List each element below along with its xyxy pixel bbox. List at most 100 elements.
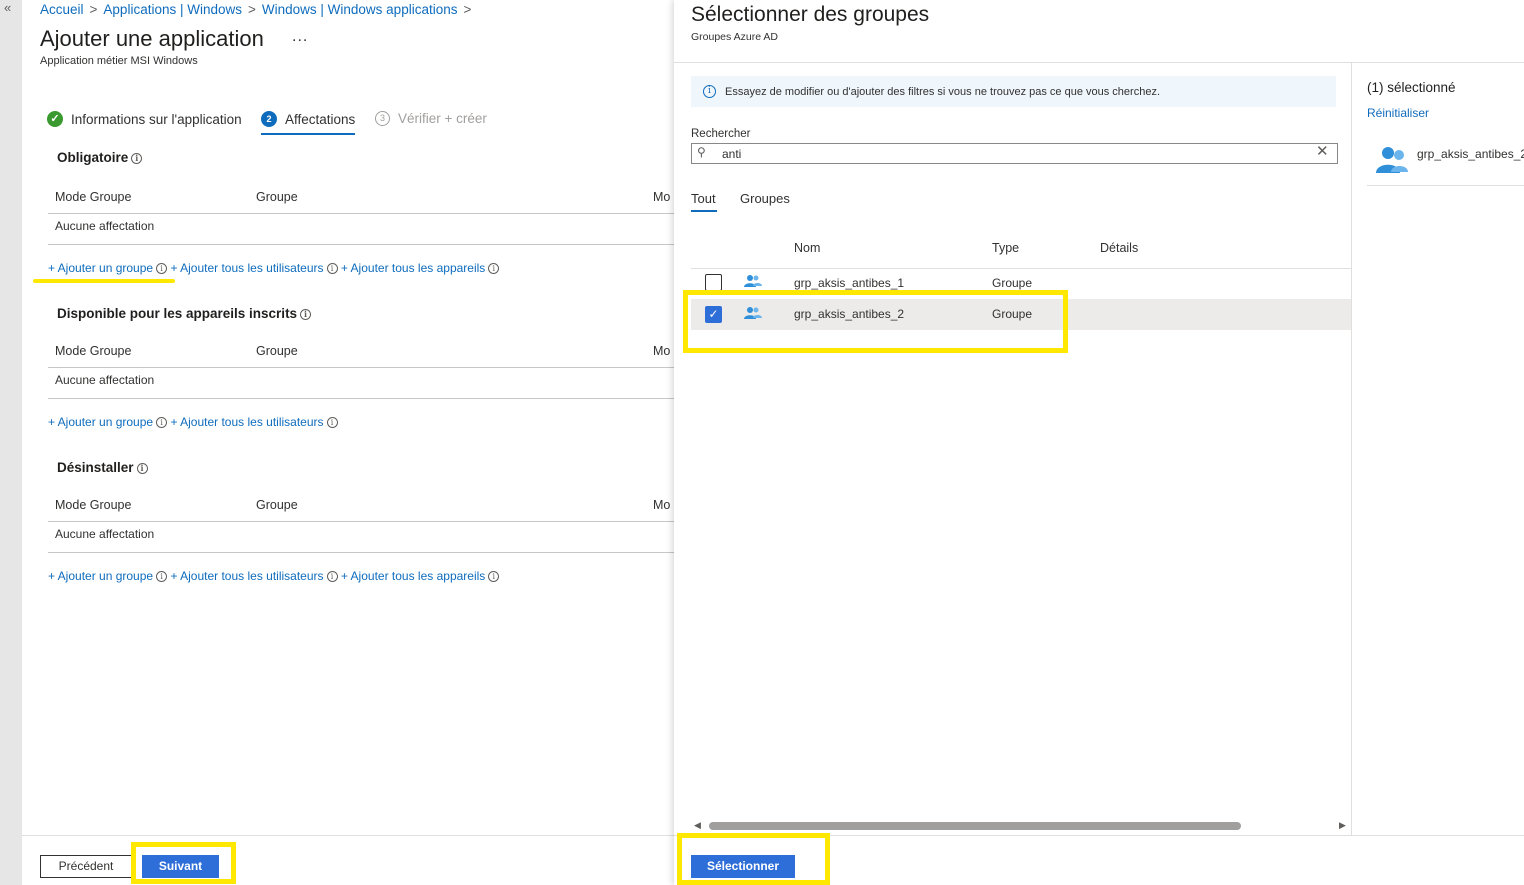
info-icon[interactable]: i (136, 462, 148, 474)
step-number: 2 (261, 111, 277, 127)
divider (674, 62, 1524, 63)
add-all-users-link[interactable]: + Ajouter tous les utilisateurs (170, 261, 323, 275)
divider (48, 552, 674, 553)
add-all-devices-link[interactable]: + Ajouter tous les appareils (341, 261, 485, 275)
info-icon[interactable]: i (300, 308, 312, 320)
column-header-truncated: Mo (653, 344, 671, 358)
assignment-links: + Ajouter un groupe i + Ajouter tous les … (48, 569, 500, 583)
section-title-uninstall: Désinstaller i (57, 460, 148, 475)
assignment-links: + Ajouter un groupe i + Ajouter tous les … (48, 261, 500, 275)
highlight-box (131, 842, 236, 884)
add-all-users-link[interactable]: + Ajouter tous les utilisateurs (170, 569, 323, 583)
search-input[interactable] (716, 144, 1276, 163)
tab-all[interactable]: Tout (691, 191, 716, 206)
info-icon: i (703, 85, 716, 98)
search-label: Rechercher (691, 128, 751, 140)
column-header-group: Groupe (256, 190, 298, 204)
section-title-text: Disponible pour les appareils inscrits (57, 306, 298, 321)
column-header-name[interactable]: Nom (794, 241, 820, 255)
group-icon (744, 274, 762, 288)
column-header-mode: Mode Groupe (55, 498, 132, 512)
breadcrumb-windows-applications[interactable]: Windows | Windows applications (262, 2, 458, 17)
divider (48, 521, 674, 522)
select-groups-panel (674, 0, 1524, 885)
divider (48, 244, 674, 245)
step-assignments[interactable]: 2 Affectations (261, 111, 355, 127)
chevron-right-icon: > (463, 2, 472, 17)
info-icon[interactable]: i (156, 263, 168, 275)
add-all-devices-link[interactable]: + Ajouter tous les appareils (341, 569, 485, 583)
add-group-link[interactable]: + Ajouter un groupe (48, 569, 153, 583)
info-icon[interactable]: i (326, 263, 338, 275)
selected-count: (1) sélectionné (1367, 80, 1456, 95)
footer-divider (22, 835, 674, 836)
empty-assignment: Aucune affectation (55, 527, 155, 541)
panel-subtitle: Groupes Azure AD (691, 31, 778, 43)
add-group-link[interactable]: + Ajouter un groupe (48, 415, 153, 429)
previous-button[interactable]: Précédent (40, 855, 132, 878)
info-banner-text: Essayez de modifier ou d'ajouter des fil… (725, 85, 1160, 98)
info-icon[interactable]: i (156, 571, 168, 583)
more-options-icon[interactable]: ... (292, 28, 308, 46)
page-title: Ajouter une application (40, 26, 264, 51)
breadcrumb: Accueil > Applications | Windows > Windows |… (40, 2, 477, 17)
info-icon[interactable]: i (326, 417, 338, 429)
divider (48, 213, 674, 214)
close-icon[interactable]: ✕ (1316, 142, 1329, 160)
step-number: 3 (375, 111, 390, 126)
panel-title: Sélectionner des groupes (691, 3, 930, 26)
collapse-sidebar-bar[interactable] (0, 0, 22, 885)
column-header-mode: Mode Groupe (55, 344, 132, 358)
highlight-box (677, 833, 830, 885)
column-header-mode: Mode Groupe (55, 190, 132, 204)
info-icon[interactable]: i (488, 263, 500, 275)
divider (48, 398, 674, 399)
add-all-users-link[interactable]: + Ajouter tous les utilisateurs (170, 415, 323, 429)
scroll-left-icon[interactable]: ◀ (694, 820, 701, 831)
chevron-right-icon: > (89, 2, 98, 17)
section-title-required: Obligatoire i (57, 150, 143, 165)
divider (1367, 185, 1524, 186)
assignment-links: + Ajouter un groupe i + Ajouter tous les … (48, 415, 338, 429)
breadcrumb-apps-windows[interactable]: Applications | Windows (103, 2, 242, 17)
divider (48, 367, 674, 368)
info-icon[interactable]: i (131, 152, 143, 164)
chevron-right-icon: > (248, 2, 256, 17)
active-tab-indicator (691, 210, 717, 212)
highlight-box (683, 290, 1068, 353)
empty-assignment: Aucune affectation (55, 219, 155, 233)
tab-groups[interactable]: Groupes (740, 191, 790, 206)
column-header-group: Groupe (256, 344, 298, 358)
column-header-group: Groupe (256, 498, 298, 512)
reset-link[interactable]: Réinitialiser (1367, 106, 1429, 120)
checkmark-icon: ✓ (47, 111, 63, 127)
step-label: Affectations (285, 111, 356, 127)
search-icon: ⚲ (697, 145, 706, 159)
info-icon[interactable]: i (156, 417, 168, 429)
row-name: grp_aksis_antibes_1 (794, 276, 905, 290)
column-header-truncated: Mo (653, 190, 671, 204)
active-step-indicator (261, 133, 355, 135)
section-title-text: Désinstaller (57, 460, 134, 475)
info-icon[interactable]: i (488, 571, 500, 583)
add-group-link[interactable]: + Ajouter un groupe (48, 261, 153, 275)
page-subtitle: Application métier MSI Windows (40, 55, 198, 67)
horizontal-scrollbar[interactable] (709, 822, 1241, 830)
collapse-icon[interactable]: « (4, 0, 11, 15)
step-review-create[interactable]: 3 Vérifier + créer (375, 111, 487, 126)
info-icon[interactable]: i (326, 571, 338, 583)
breadcrumb-home[interactable]: Accueil (40, 2, 84, 17)
divider (691, 268, 1351, 269)
column-header-type[interactable]: Type (992, 241, 1019, 255)
scroll-right-icon[interactable]: ▶ (1339, 820, 1346, 831)
row-checkbox[interactable] (705, 274, 722, 291)
section-title-text: Obligatoire (57, 150, 129, 165)
column-header-truncated: Mo (653, 498, 671, 512)
step-label: Informations sur l'application (71, 111, 242, 127)
group-icon (1376, 145, 1408, 175)
column-header-details[interactable]: Détails (1100, 241, 1138, 255)
step-app-info[interactable]: ✓ Informations sur l'application (47, 111, 242, 127)
step-label: Vérifier + créer (398, 111, 487, 126)
divider (1351, 63, 1352, 835)
section-title-available: Disponible pour les appareils inscrits i (57, 306, 312, 321)
